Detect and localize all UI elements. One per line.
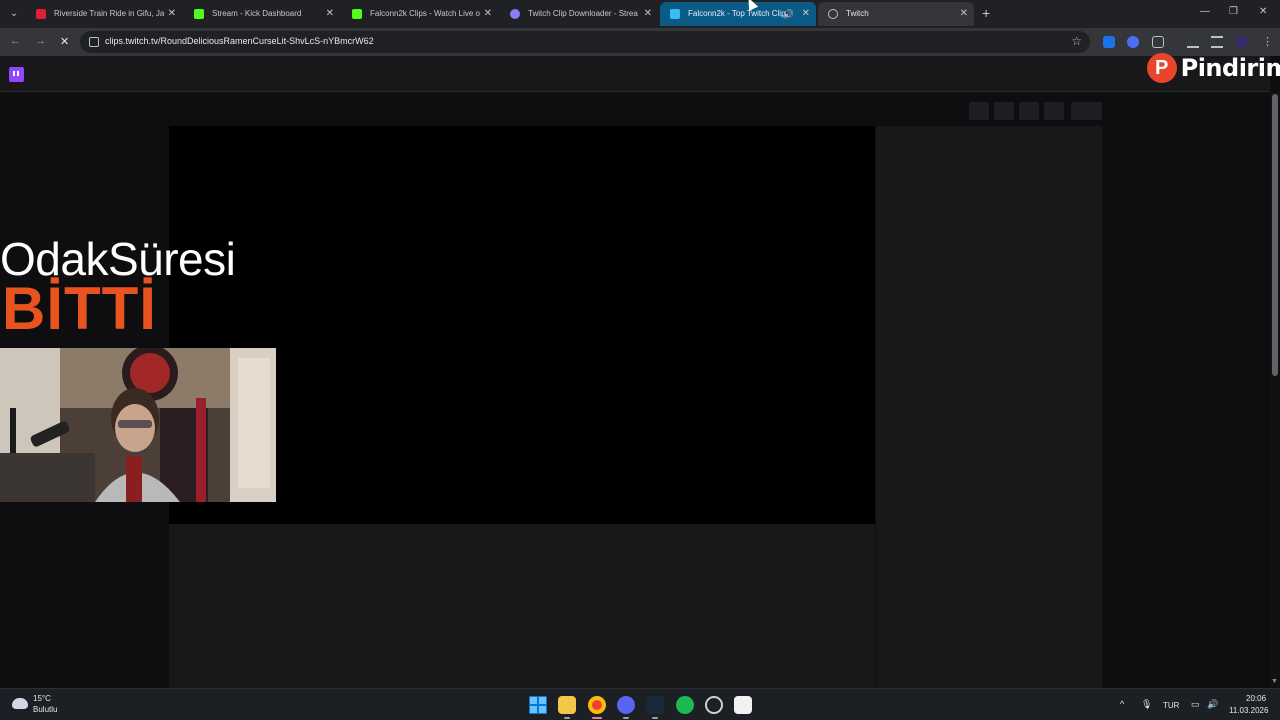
back-arrow-icon[interactable]: ← — [10, 35, 21, 47]
discord-icon[interactable] — [617, 696, 635, 714]
tab-kick-dashboard[interactable]: Stream - Kick Dashboard ✕ — [184, 2, 340, 26]
reading-list-icon[interactable] — [1211, 36, 1223, 48]
speaker-icon[interactable]: 🔊 — [783, 2, 794, 26]
network-icon[interactable]: ▭ — [1191, 699, 1200, 710]
clock-date[interactable]: 11.03.2026 — [1229, 706, 1268, 715]
restore-window-icon[interactable]: ❐ — [1229, 6, 1238, 17]
clip-side-panel — [876, 126, 1102, 688]
bookmark-star-icon[interactable]: ☆ — [1071, 34, 1082, 48]
weather-description[interactable]: Bulutlu — [33, 705, 57, 714]
show-hidden-icons-chevron-up-icon[interactable]: ^ — [1120, 699, 1124, 709]
volume-icon[interactable]: 🔊 — [1207, 699, 1218, 710]
menu-kebab-icon[interactable]: ⋮ — [1262, 35, 1273, 48]
browser-tab-strip: ⌄ Riverside Train Ride in Gifu, Jap ✕ St… — [0, 0, 1280, 28]
extension-audio-icon[interactable] — [1103, 36, 1115, 48]
microphone-icon[interactable]: 🎙 — [1141, 699, 1152, 710]
weather-temperature[interactable]: 15°C — [33, 694, 51, 703]
tab-falconn2k-top-twitch-clip[interactable]: Falconn2k - Top Twitch Clip 🔊 ✕ — [660, 2, 816, 26]
app-running-indicator — [623, 717, 629, 719]
capcut-icon[interactable] — [734, 696, 752, 714]
profile-avatar[interactable] — [1236, 36, 1248, 48]
tab-twitch-clip-downloader[interactable]: Twitch Clip Downloader - Stream ✕ — [500, 2, 658, 26]
close-tab-icon[interactable]: ✕ — [960, 2, 968, 26]
minimize-window-icon[interactable]: — — [1200, 6, 1210, 17]
clip-info-panel — [169, 524, 875, 688]
close-tab-icon[interactable]: ✕ — [168, 2, 176, 26]
obs-icon[interactable] — [705, 696, 723, 714]
kick-icon — [194, 9, 204, 19]
new-tab-button[interactable]: + — [982, 6, 990, 20]
input-language[interactable]: TUR — [1163, 701, 1179, 710]
windows-taskbar: 15°C Bulutlu ^ 🎙 TUR ▭ 🔊 20:06 11.03.202… — [0, 688, 1280, 720]
close-tab-icon[interactable]: ✕ — [644, 2, 652, 26]
downloads-icon[interactable] — [1187, 36, 1199, 48]
skeleton-button — [1071, 102, 1102, 120]
app-running-indicator — [564, 717, 570, 719]
app-running-indicator — [652, 717, 658, 719]
steam-icon[interactable] — [646, 696, 664, 714]
windows-start-icon[interactable] — [529, 696, 547, 714]
scroll-down-arrow-icon[interactable]: ▼ — [1271, 678, 1278, 685]
stop-loading-icon[interactable]: ✕ — [60, 35, 69, 48]
url-text[interactable]: clips.twitch.tv/RoundDeliciousRamenCurse… — [105, 36, 374, 46]
skeleton-button — [1044, 102, 1064, 120]
loading-globe-icon — [828, 9, 838, 19]
site-info-icon[interactable] — [89, 37, 99, 47]
browser-toolbar: ← → ✕ clips.twitch.tv/RoundDeliciousRame… — [0, 28, 1280, 56]
page-scrollbar[interactable] — [1270, 92, 1280, 688]
spotify-icon[interactable] — [676, 696, 694, 714]
pindirim-watermark: P Pindirim — [1146, 52, 1280, 84]
twitch-top-nav — [0, 56, 1270, 92]
skeleton-button — [1019, 102, 1039, 120]
skeleton-button — [969, 102, 989, 120]
forward-arrow-icon[interactable]: → — [35, 35, 46, 47]
twitchtracker-icon — [670, 9, 680, 19]
skeleton-button — [994, 102, 1014, 120]
webcam-image — [0, 348, 276, 502]
clock-time[interactable]: 20:06 — [1246, 694, 1266, 703]
close-tab-icon[interactable]: ✕ — [802, 2, 810, 26]
pindirim-logo-icon: P — [1146, 53, 1177, 83]
file-explorer-icon[interactable] — [558, 696, 576, 714]
kick-icon — [352, 9, 362, 19]
chrome-icon[interactable] — [588, 696, 606, 714]
extension-g-icon[interactable] — [1127, 36, 1139, 48]
close-window-icon[interactable]: ✕ — [1259, 6, 1267, 17]
close-tab-icon[interactable]: ✕ — [326, 2, 334, 26]
tab-twitch[interactable]: Twitch ✕ — [818, 2, 974, 26]
tab-search-icon[interactable]: ⌄ — [6, 6, 22, 22]
close-tab-icon[interactable]: ✕ — [484, 2, 492, 26]
youtube-icon — [36, 9, 46, 19]
downloader-icon — [510, 9, 520, 19]
overlay-subtitle: BİTTİ — [2, 275, 157, 342]
tab-falconn2k-clips-kick[interactable]: Falconn2k Clips - Watch Live on ✕ — [342, 2, 498, 26]
twitch-logo-icon[interactable] — [9, 67, 24, 82]
address-bar[interactable]: clips.twitch.tv/RoundDeliciousRamenCurse… — [80, 31, 1090, 53]
app-running-indicator — [592, 717, 602, 719]
tab-riverside-train-ride[interactable]: Riverside Train Ride in Gifu, Jap ✕ — [26, 2, 182, 26]
extensions-puzzle-icon[interactable] — [1152, 36, 1164, 48]
cloud-icon[interactable] — [12, 698, 28, 709]
scrollbar-thumb[interactable] — [1272, 94, 1278, 376]
